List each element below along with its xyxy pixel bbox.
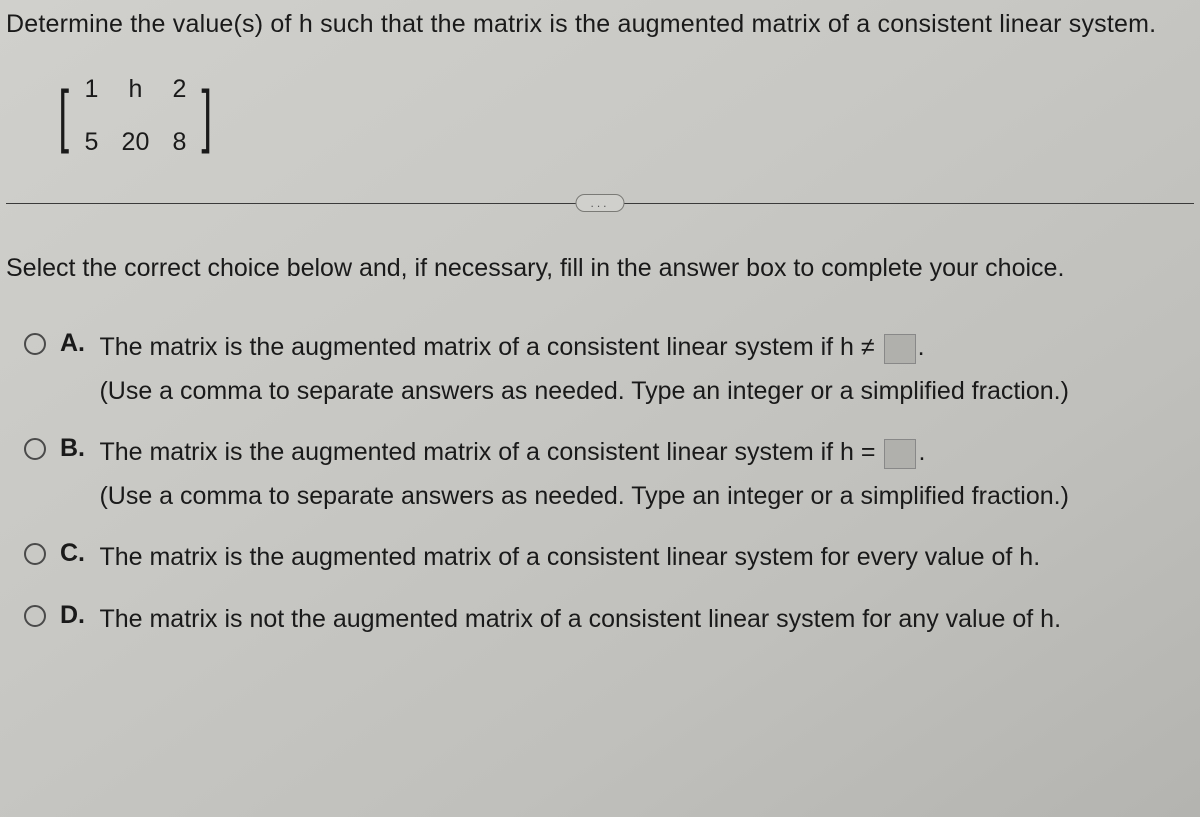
option-d-body: D. The matrix is not the augmented matri… (60, 601, 1194, 639)
option-d-text: The matrix is not the augmented matrix o… (99, 601, 1061, 639)
matrix-body: 1 h 2 5 20 8 (73, 69, 197, 163)
option-c-body: C. The matrix is the augmented matrix of… (60, 539, 1194, 577)
matrix-cell: 8 (165, 128, 193, 157)
option-b-text: The matrix is the augmented matrix of a … (99, 434, 1068, 515)
matrix-cell: 5 (77, 128, 105, 157)
divider: ... (6, 203, 1194, 204)
matrix-row-1: 1 h 2 (77, 75, 193, 104)
answer-input-a[interactable] (884, 334, 916, 364)
radio-b[interactable] (24, 438, 46, 460)
matrix-cell: 2 (165, 75, 193, 104)
option-a-text: The matrix is the augmented matrix of a … (99, 329, 1068, 410)
options-group: A. The matrix is the augmented matrix of… (6, 329, 1194, 638)
option-a-body: A. The matrix is the augmented matrix of… (60, 329, 1194, 410)
matrix-row-2: 5 20 8 (77, 128, 193, 157)
expand-pill[interactable]: ... (575, 194, 624, 212)
option-b-body: B. The matrix is the augmented matrix of… (60, 434, 1194, 515)
option-a: A. The matrix is the augmented matrix of… (24, 329, 1194, 410)
option-c-label: C. (60, 539, 85, 568)
option-a-label: A. (60, 329, 85, 358)
option-c: C. The matrix is the augmented matrix of… (24, 539, 1194, 577)
question-page: Determine the value(s) of h such that th… (6, 8, 1194, 638)
augmented-matrix: [ 1 h 2 5 20 8 ] (54, 69, 1194, 163)
matrix-cell: 1 (77, 75, 105, 104)
answer-input-b[interactable] (884, 439, 916, 469)
option-c-text: The matrix is the augmented matrix of a … (99, 539, 1040, 577)
matrix-cell: h (121, 75, 149, 104)
question-prompt: Determine the value(s) of h such that th… (6, 8, 1194, 41)
option-d-label: D. (60, 601, 85, 630)
radio-c[interactable] (24, 543, 46, 565)
option-a-text-before: The matrix is the augmented matrix of a … (99, 333, 874, 361)
radio-a[interactable] (24, 333, 46, 355)
right-bracket-icon: ] (202, 86, 213, 146)
matrix-cell: 20 (121, 128, 149, 157)
option-b: B. The matrix is the augmented matrix of… (24, 434, 1194, 515)
option-a-text-after: . (918, 333, 925, 361)
option-b-hint: (Use a comma to separate answers as need… (99, 478, 1068, 516)
option-b-text-after: . (918, 438, 925, 466)
option-d: D. The matrix is not the augmented matri… (24, 601, 1194, 639)
left-bracket-icon: [ (58, 86, 69, 146)
radio-d[interactable] (24, 605, 46, 627)
option-b-label: B. (60, 434, 85, 463)
option-b-text-before: The matrix is the augmented matrix of a … (99, 438, 875, 466)
option-a-hint: (Use a comma to separate answers as need… (99, 373, 1068, 411)
instruction: Select the correct choice below and, if … (6, 252, 1194, 286)
